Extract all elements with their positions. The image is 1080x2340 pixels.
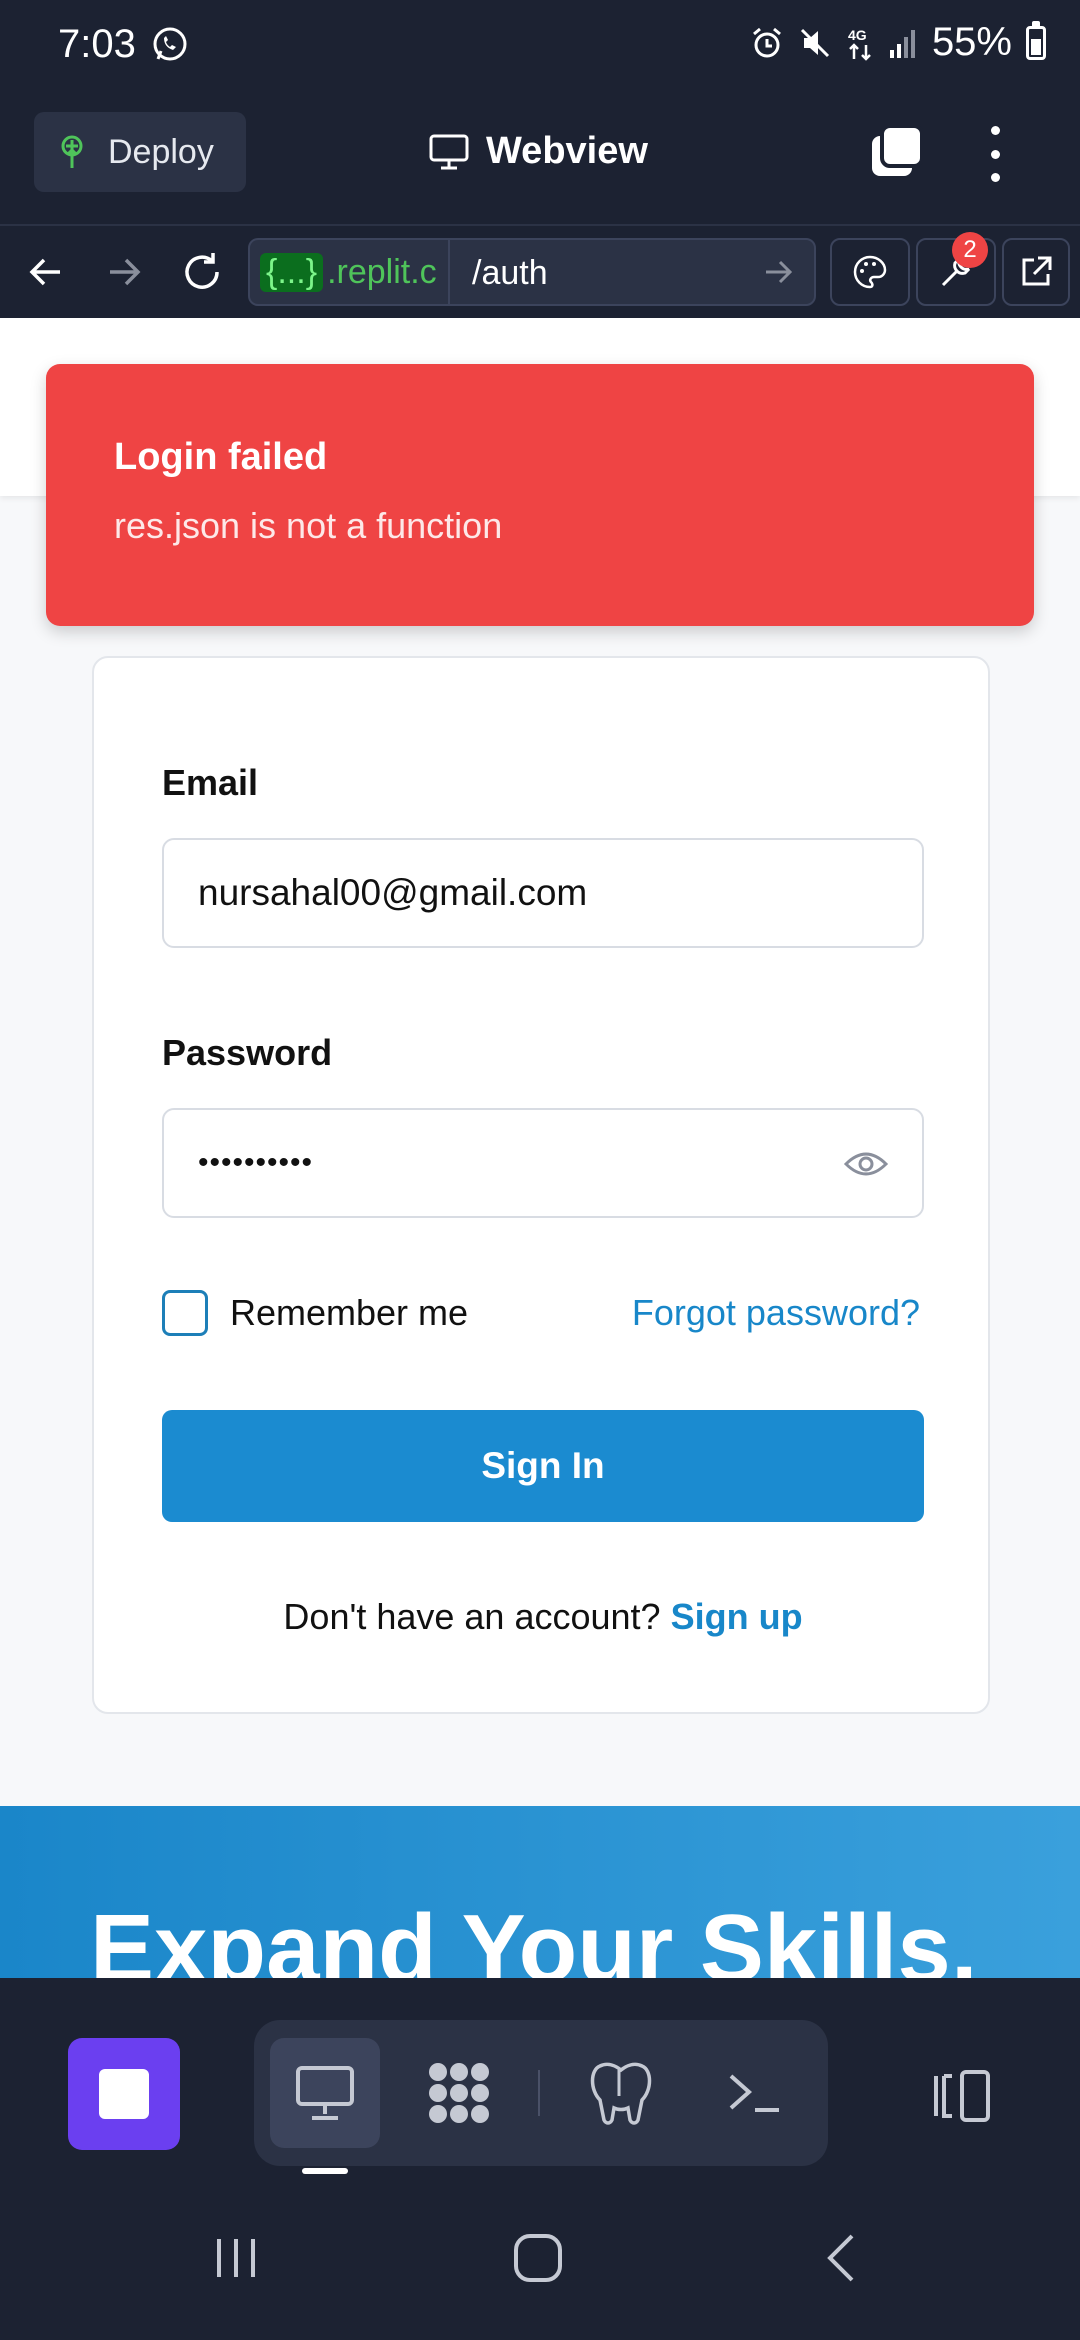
more-icon[interactable] (980, 126, 1010, 182)
email-field[interactable]: nursahal00@gmail.com (162, 838, 924, 948)
signup-prompt-text: Don't have an account? (283, 1596, 661, 1637)
status-time: 7:03 (58, 22, 136, 66)
password-value: •••••••••• (198, 1146, 314, 1179)
sign-in-button[interactable]: Sign In (162, 1410, 924, 1522)
whatsapp-icon (153, 27, 187, 61)
url-host: {...} .replit.c (250, 240, 448, 304)
go-arrow-icon[interactable] (764, 258, 792, 286)
open-external-button[interactable] (1002, 238, 1070, 306)
webview-content: Email nursahal00@gmail.com Password ••••… (0, 318, 1080, 1978)
devtools-button[interactable]: 2 (916, 232, 996, 306)
webview-title: Webview (428, 130, 648, 173)
webview-tool-icon (296, 2066, 354, 2120)
forward-arrow-icon[interactable] (98, 246, 150, 298)
remember-me-checkbox[interactable] (162, 1290, 208, 1336)
toast-message: res.json is not a function (114, 505, 503, 546)
eye-icon[interactable] (844, 1148, 888, 1180)
bottom-toolbar (0, 1978, 1080, 2178)
signup-prompt: Don't have an account? Sign up (94, 1596, 992, 1638)
forgot-password-link[interactable]: Forgot password? (632, 1292, 920, 1334)
deploy-label: Deploy (108, 132, 214, 171)
toast-title: Login failed (114, 436, 328, 478)
recents-icon[interactable] (206, 2228, 266, 2288)
stop-icon (99, 2069, 149, 2119)
url-host-text: .replit.c (327, 252, 437, 291)
battery-percent: 55% (931, 20, 1012, 64)
external-link-icon (1022, 256, 1052, 286)
active-tool-indicator (302, 2168, 348, 2174)
shell-tool-button[interactable] (700, 2038, 810, 2148)
devtools-badge: 2 (952, 232, 988, 268)
reload-icon[interactable] (176, 246, 228, 298)
layout-icon[interactable] (926, 2068, 992, 2124)
battery-icon (1026, 20, 1046, 60)
monitor-icon (429, 134, 469, 169)
url-host-tag: {...} (260, 252, 324, 292)
home-icon[interactable] (508, 2228, 568, 2288)
password-field[interactable]: •••••••••• (162, 1108, 924, 1218)
hero-heading: Expand Your Skills, (90, 1895, 978, 1978)
tool-divider (538, 2070, 540, 2116)
url-bar[interactable]: {...} .replit.c /auth (248, 238, 816, 306)
remember-me-label[interactable]: Remember me (230, 1292, 468, 1334)
tool-switcher (254, 2020, 828, 2166)
network-icon: 4G (848, 27, 871, 61)
deploy-button[interactable]: Deploy (34, 112, 246, 192)
login-card: Email nursahal00@gmail.com Password ••••… (92, 656, 990, 1714)
url-divider (448, 240, 450, 304)
email-label: Email (162, 762, 259, 803)
url-path-input[interactable]: /auth (472, 254, 548, 293)
palette-icon (853, 255, 887, 289)
page-title: Webview (486, 130, 648, 172)
system-nav-bar (0, 2178, 1080, 2340)
password-label: Password (162, 1032, 333, 1073)
back-arrow-icon[interactable] (20, 246, 72, 298)
sign-up-link[interactable]: Sign up (671, 1596, 803, 1637)
stop-button[interactable] (68, 2038, 180, 2150)
back-icon[interactable] (812, 2228, 872, 2288)
error-toast[interactable]: Login failed res.json is not a function (46, 364, 1034, 626)
palette-button[interactable] (830, 238, 910, 306)
signal-icon (889, 29, 915, 58)
alarm-icon (752, 27, 781, 57)
svg-text:4G: 4G (848, 27, 867, 43)
app-header: Deploy Webview (0, 92, 1080, 224)
deploy-icon (61, 135, 83, 168)
shell-icon (729, 2074, 779, 2112)
tabs-icon[interactable] (868, 124, 924, 180)
hero-section: Expand Your Skills, (0, 1806, 1080, 1978)
email-value: nursahal00@gmail.com (198, 872, 588, 913)
database-tool-button[interactable] (564, 2038, 674, 2148)
status-bar: 7:03 4G 55% (0, 0, 1080, 92)
workflows-icon (429, 2063, 489, 2123)
mute-icon (800, 28, 829, 57)
postgres-icon (590, 2062, 652, 2125)
browser-nav-bar: {...} .replit.c /auth 2 (0, 224, 1080, 318)
webview-tool-button[interactable] (270, 2038, 380, 2148)
workflows-tool-button[interactable] (404, 2038, 514, 2148)
